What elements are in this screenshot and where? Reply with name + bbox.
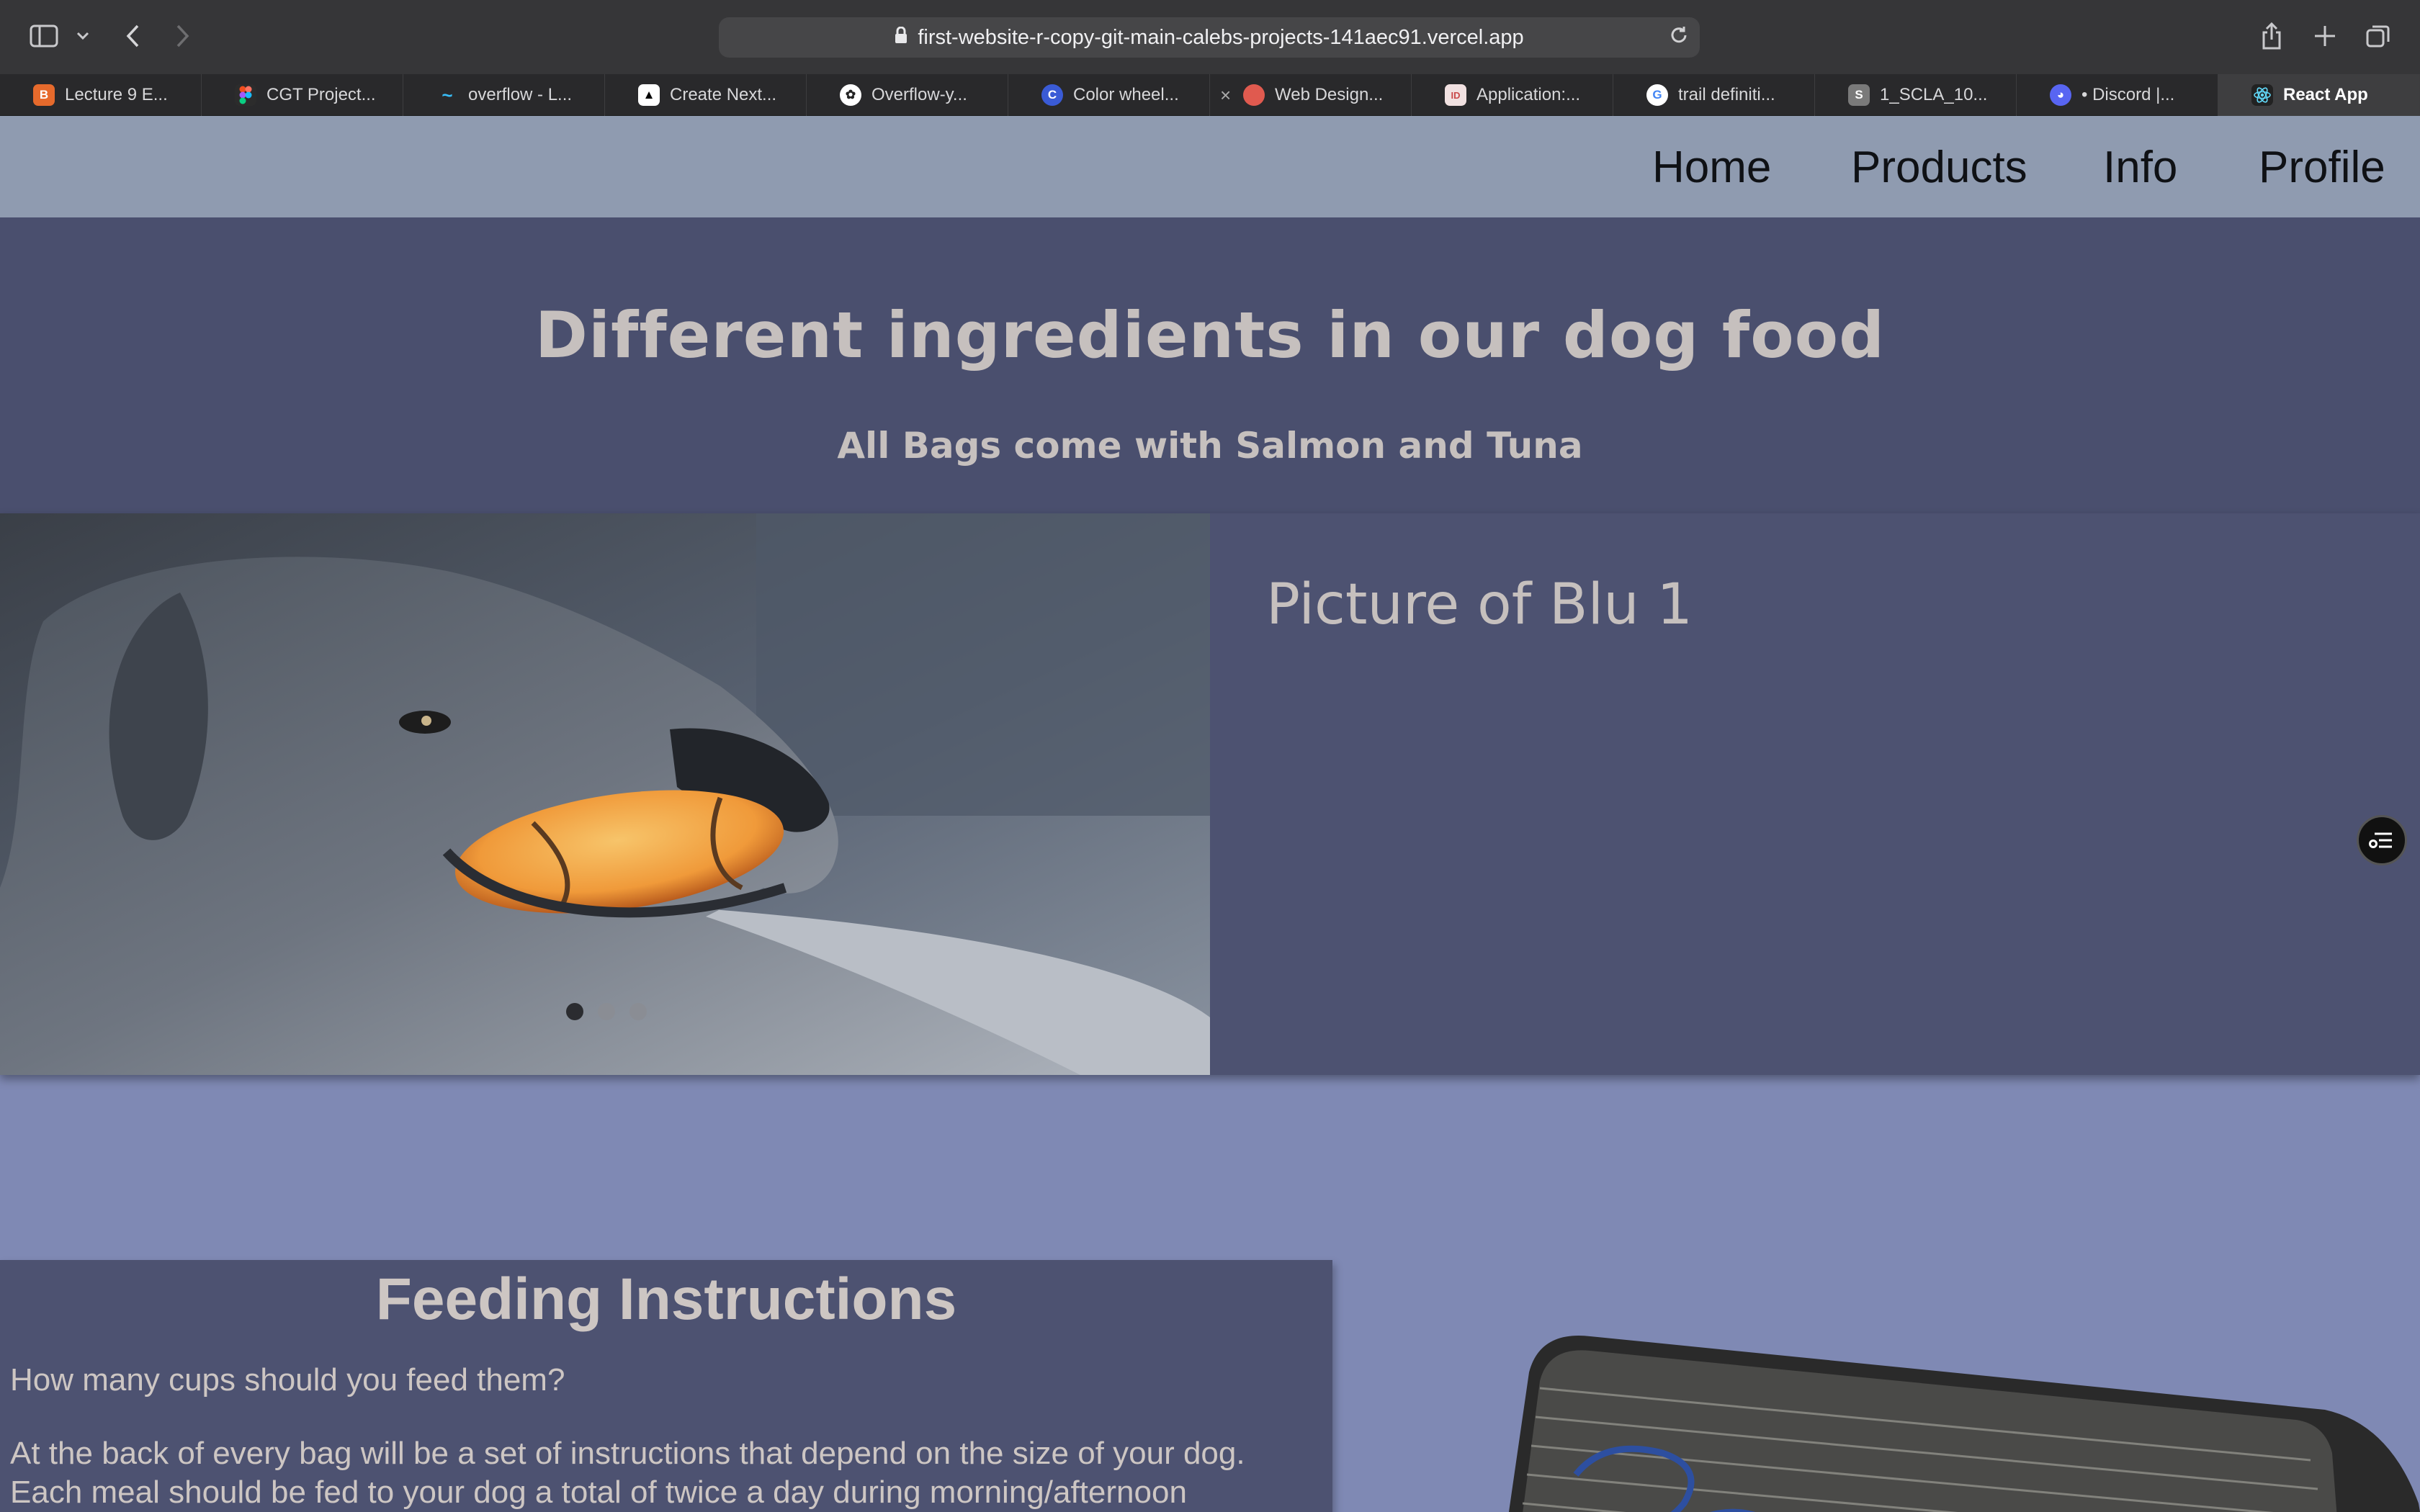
tab-label: Application:... bbox=[1476, 85, 1581, 104]
react-icon bbox=[2251, 84, 2273, 106]
tab-cgt-project[interactable]: CGT Project... bbox=[202, 74, 403, 116]
discord-icon: ◕ bbox=[2050, 84, 2071, 106]
lock-icon bbox=[895, 26, 908, 49]
feeding-instructions-card: Feeding Instructions How many cups shoul… bbox=[0, 1260, 1332, 1512]
openai-icon: ✿ bbox=[840, 84, 861, 106]
dog-photo[interactable] bbox=[0, 513, 1210, 1075]
tab-react-app[interactable]: React App bbox=[2218, 74, 2420, 116]
tab-bar: B Lecture 9 E... CGT Project... ~ overfl… bbox=[0, 74, 2420, 116]
tab-scla[interactable]: S 1_SCLA_10... bbox=[1815, 74, 2017, 116]
google-icon: G bbox=[1646, 84, 1668, 106]
back-arrow-icon[interactable] bbox=[121, 20, 144, 52]
tab-label: trail definiti... bbox=[1678, 85, 1775, 104]
feeding-question: How many cups should you feed them? bbox=[10, 1362, 565, 1398]
tab-overflow-y[interactable]: ✿ Overflow-y... bbox=[807, 74, 1008, 116]
tab-label: 1_SCLA_10... bbox=[1880, 85, 1988, 104]
tab-lecture-9[interactable]: B Lecture 9 E... bbox=[0, 74, 202, 116]
feeding-body-line-1: At the back of every bag will be a set o… bbox=[10, 1436, 1245, 1471]
tab-label: Create Next... bbox=[670, 85, 777, 104]
url-text: first-website-r-copy-git-main-calebs-pro… bbox=[918, 25, 1524, 49]
carousel-dot-1[interactable] bbox=[566, 1003, 583, 1020]
browser-toolbar: first-website-r-copy-git-main-calebs-pro… bbox=[0, 0, 2420, 74]
nav-profile-link[interactable]: Profile bbox=[2259, 142, 2385, 193]
tab-label: overflow - L... bbox=[468, 85, 573, 104]
tailwind-icon: ~ bbox=[442, 84, 453, 106]
tab-label: Color wheel... bbox=[1073, 85, 1179, 104]
forward-arrow-icon[interactable] bbox=[171, 20, 194, 52]
tab-label: Lecture 9 E... bbox=[65, 85, 168, 104]
tab-discord[interactable]: ◕ • Discord |... bbox=[2017, 74, 2218, 116]
image-carousel: Picture of Blu 1 bbox=[0, 513, 2420, 1075]
tab-color-wheel[interactable]: C Color wheel... bbox=[1008, 74, 1210, 116]
filter-menu-icon[interactable] bbox=[2357, 815, 2407, 865]
tab-application[interactable]: ID Application:... bbox=[1412, 74, 1613, 116]
brave-icon: B bbox=[33, 84, 55, 106]
feeding-title: Feeding Instructions bbox=[375, 1266, 957, 1332]
tab-label: Web Design... bbox=[1275, 85, 1384, 104]
carousel-caption: Picture of Blu 1 bbox=[1266, 572, 1693, 637]
new-tab-plus-icon[interactable] bbox=[2311, 22, 2339, 50]
canva-icon: C bbox=[1041, 84, 1063, 106]
reload-icon[interactable] bbox=[1668, 24, 1690, 53]
chevron-down-icon[interactable] bbox=[72, 24, 94, 48]
nav-home-link[interactable]: Home bbox=[1652, 142, 1771, 193]
tab-overflow[interactable]: ~ overflow - L... bbox=[403, 74, 605, 116]
site-navbar: Home Products Info Profile bbox=[0, 116, 2420, 217]
share-icon[interactable] bbox=[2257, 19, 2286, 53]
tab-label: React App bbox=[2283, 85, 2368, 104]
tab-label: • Discord |... bbox=[2081, 85, 2175, 104]
close-tab-icon[interactable]: × bbox=[1220, 84, 1231, 107]
tab-trail-definition[interactable]: G trail definiti... bbox=[1613, 74, 1815, 116]
nav-products-link[interactable]: Products bbox=[1851, 142, 2027, 193]
sidebar-toggle-icon[interactable] bbox=[27, 22, 60, 50]
nextjs-icon: ▲ bbox=[638, 84, 660, 106]
s-doc-icon: S bbox=[1848, 84, 1870, 106]
nav-info-link[interactable]: Info bbox=[2103, 142, 2177, 193]
application-icon: ID bbox=[1445, 84, 1466, 106]
address-bar[interactable]: first-website-r-copy-git-main-calebs-pro… bbox=[719, 17, 1700, 58]
tab-label: CGT Project... bbox=[266, 85, 376, 104]
carousel-indicators bbox=[566, 1003, 647, 1020]
tab-create-next[interactable]: ▲ Create Next... bbox=[605, 74, 807, 116]
tab-overview-icon[interactable] bbox=[2364, 22, 2393, 50]
tab-web-design[interactable]: × Web Design... bbox=[1210, 74, 1412, 116]
carousel-dot-3[interactable] bbox=[629, 1003, 647, 1020]
page-title: Different ingredients in our dog food bbox=[534, 298, 1886, 372]
feeding-body-line-2: Each meal should be fed to your dog a to… bbox=[10, 1475, 1187, 1510]
page-subtitle: All Bags come with Salmon and Tuna bbox=[837, 425, 1583, 467]
figma-icon bbox=[235, 84, 256, 106]
carousel-dot-2[interactable] bbox=[598, 1003, 615, 1020]
dog-food-bag-image bbox=[1489, 1331, 2420, 1512]
web-design-icon bbox=[1243, 84, 1265, 106]
hero-section: Different ingredients in our dog food Al… bbox=[0, 217, 2420, 513]
tab-label: Overflow-y... bbox=[871, 85, 967, 104]
